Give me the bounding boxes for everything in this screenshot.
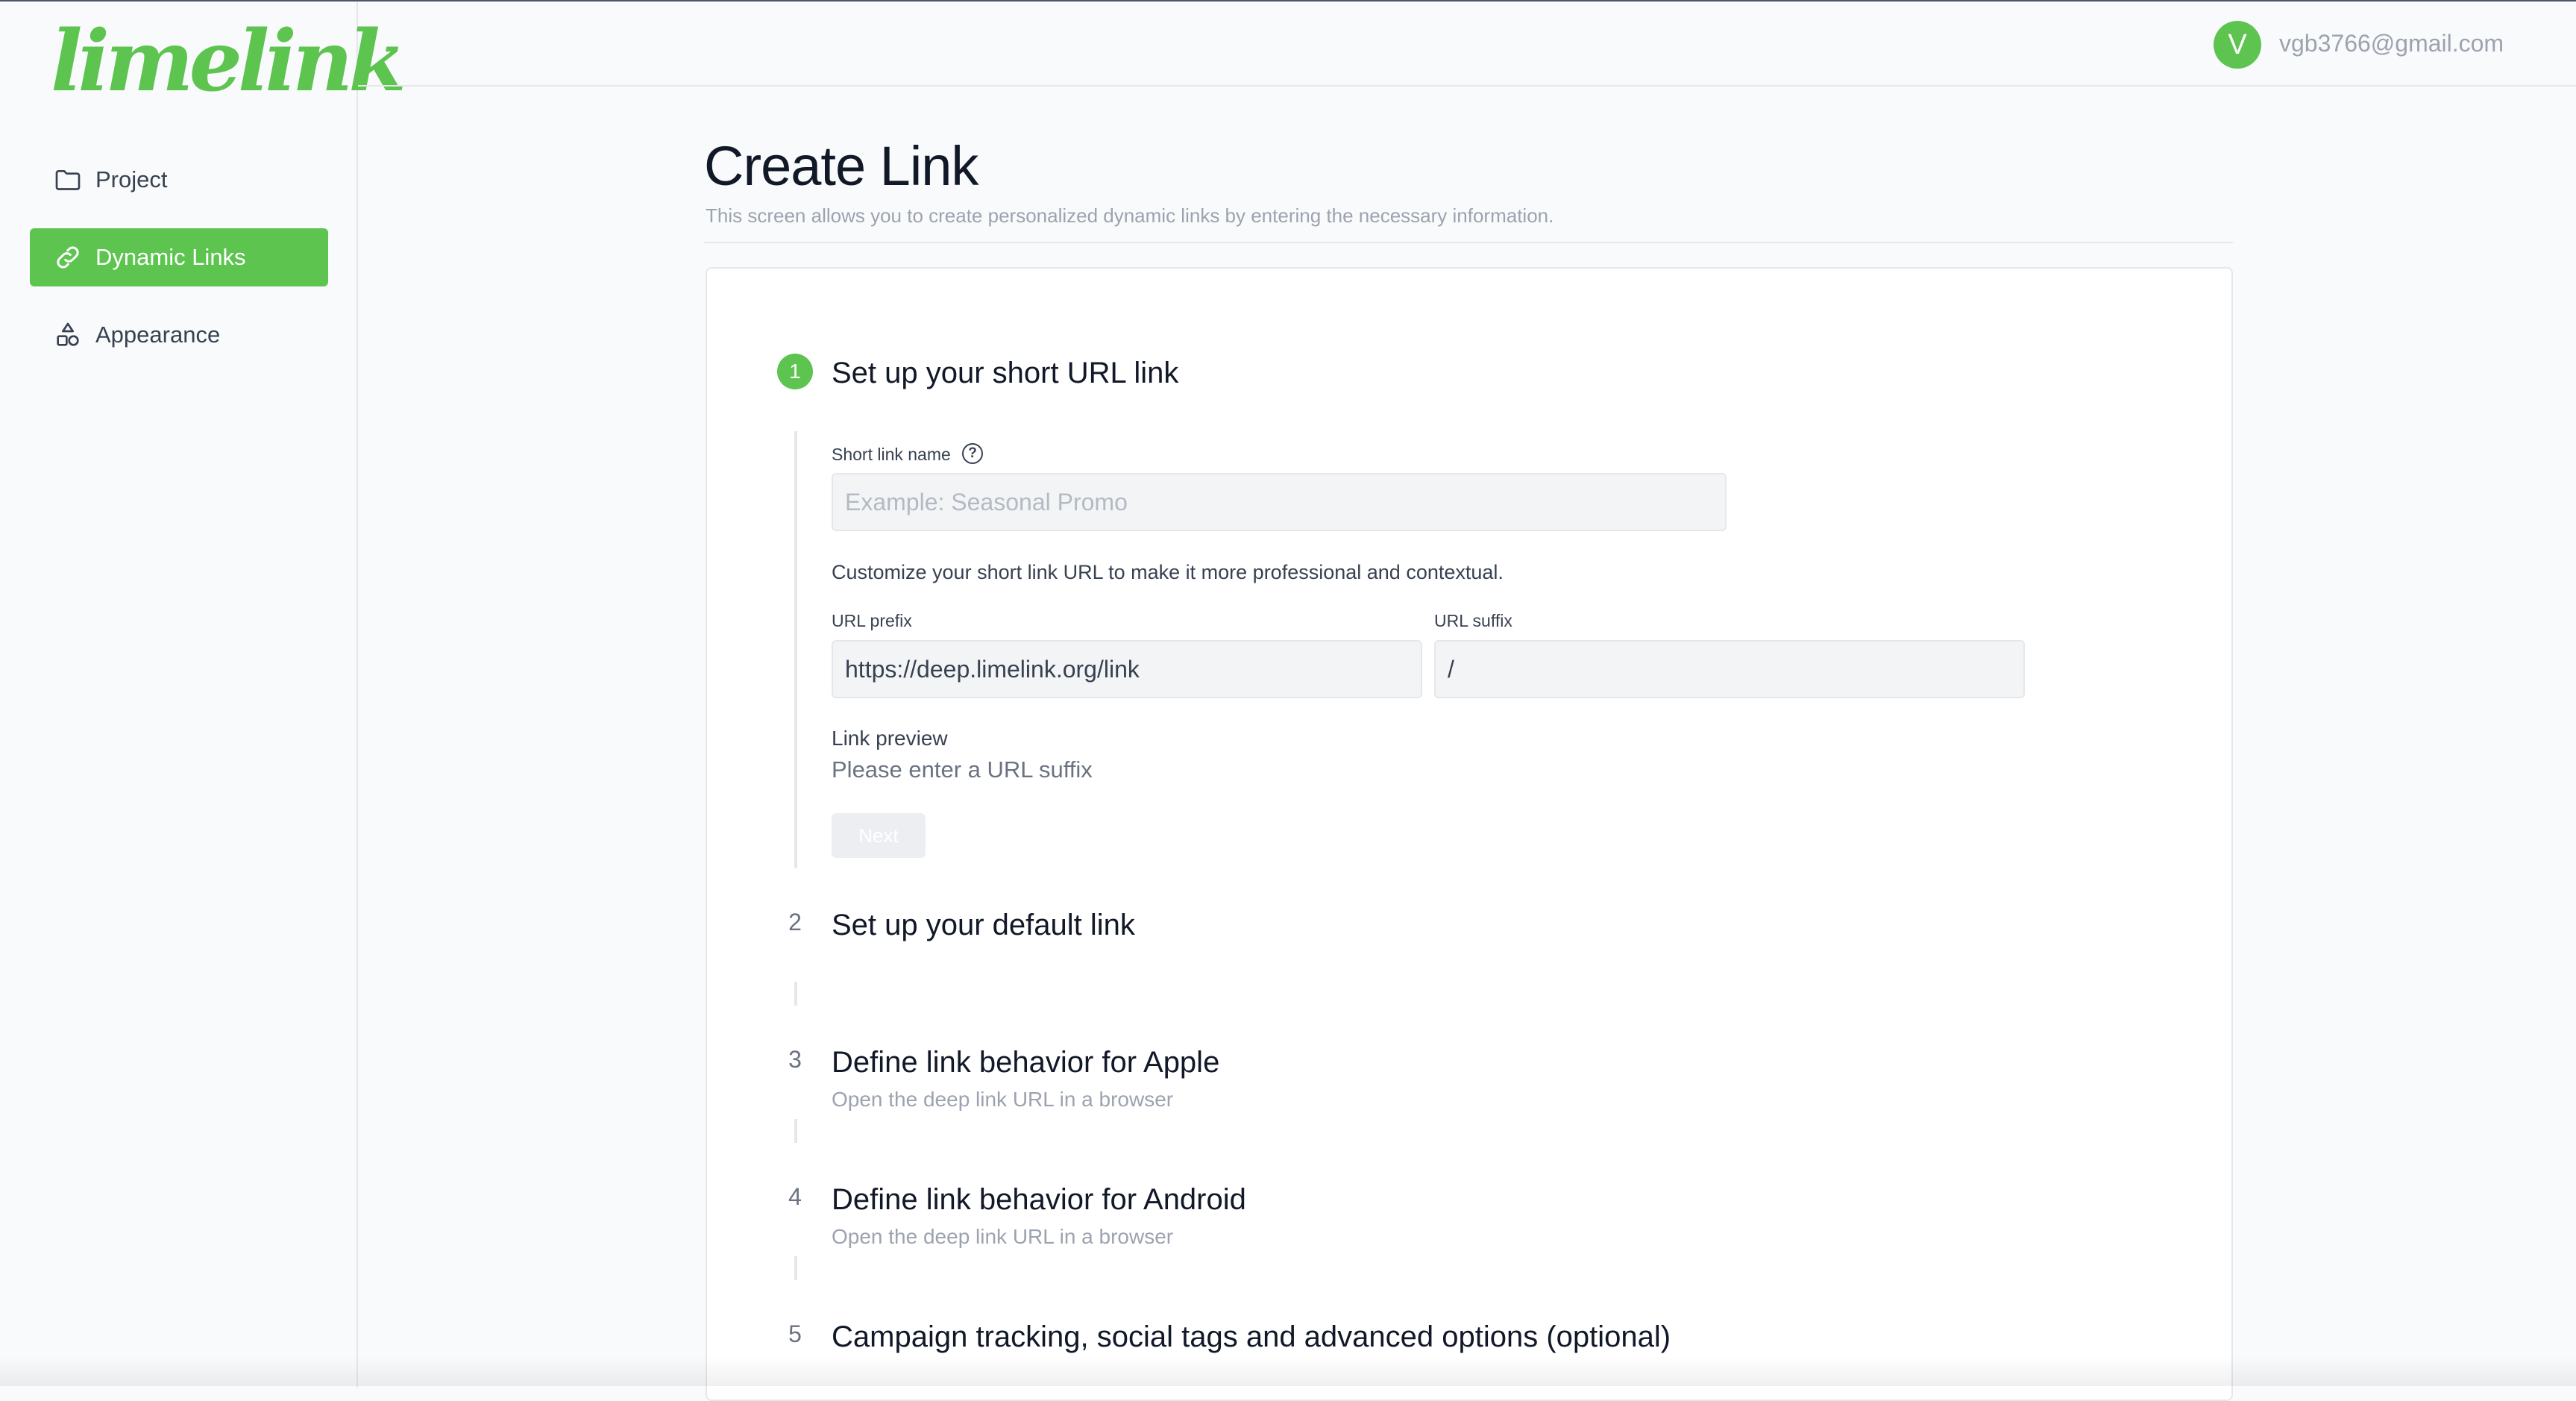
step-2-title[interactable]: Set up your default link (832, 909, 1135, 942)
step-3-description: Open the deep link URL in a browser (832, 1088, 1174, 1111)
step-3-connector (794, 1119, 797, 1143)
url-prefix-label: URL prefix (832, 611, 912, 630)
step-4-number: 4 (788, 1183, 802, 1210)
sidebar-item-appearance[interactable]: Appearance (30, 306, 328, 364)
brand-logo[interactable]: limelink (51, 13, 406, 110)
step-4-title[interactable]: Define link behavior for Android (832, 1183, 1246, 1217)
customize-help-text: Customize your short link URL to make it… (832, 561, 1504, 583)
user-email[interactable]: vgb3766@gmail.com (2279, 30, 2504, 57)
sidebar-item-label: Appearance (95, 322, 221, 348)
url-suffix-input[interactable] (1434, 640, 2025, 698)
bottom-shadow (0, 1356, 2576, 1386)
short-link-name-label: Short link name (832, 445, 951, 464)
sidebar: limelink Project Dynamic Links Appearanc… (0, 1, 406, 1388)
step-5-title[interactable]: Campaign tracking, social tags and advan… (832, 1320, 1671, 1354)
shapes-icon (52, 319, 84, 351)
step-3-title[interactable]: Define link behavior for Apple (832, 1046, 1219, 1079)
sidebar-item-label: Dynamic Links (95, 244, 246, 270)
url-suffix-label: URL suffix (1434, 611, 1512, 630)
page-subtitle: This screen allows you to create persona… (706, 204, 1554, 227)
avatar[interactable]: V (2214, 21, 2261, 69)
short-link-name-input[interactable] (832, 473, 1727, 531)
step-2-number: 2 (788, 909, 802, 935)
step-3-number: 3 (788, 1046, 802, 1073)
step-1-number: 1 (777, 354, 813, 389)
divider (704, 242, 2233, 243)
link-icon (52, 242, 84, 273)
sidebar-item-label: Project (95, 166, 168, 192)
step-2-connector (794, 982, 797, 1006)
next-button[interactable]: Next (832, 813, 926, 858)
step-4-connector (794, 1256, 797, 1280)
help-icon[interactable]: ? (962, 443, 983, 464)
sidebar-item-project[interactable]: Project (30, 151, 328, 209)
sidebar-item-dynamic-links[interactable]: Dynamic Links (30, 228, 328, 286)
step-1-connector (794, 431, 797, 868)
folder-icon (52, 164, 84, 195)
url-prefix-input[interactable] (832, 640, 1422, 698)
step-5-number: 5 (788, 1320, 802, 1347)
link-preview-value: Please enter a URL suffix (832, 756, 1093, 783)
page-title: Create Link (704, 135, 978, 197)
link-preview-label: Link preview (832, 727, 948, 750)
step-4-description: Open the deep link URL in a browser (832, 1225, 1174, 1248)
step-1-title[interactable]: Set up your short URL link (832, 357, 1178, 390)
